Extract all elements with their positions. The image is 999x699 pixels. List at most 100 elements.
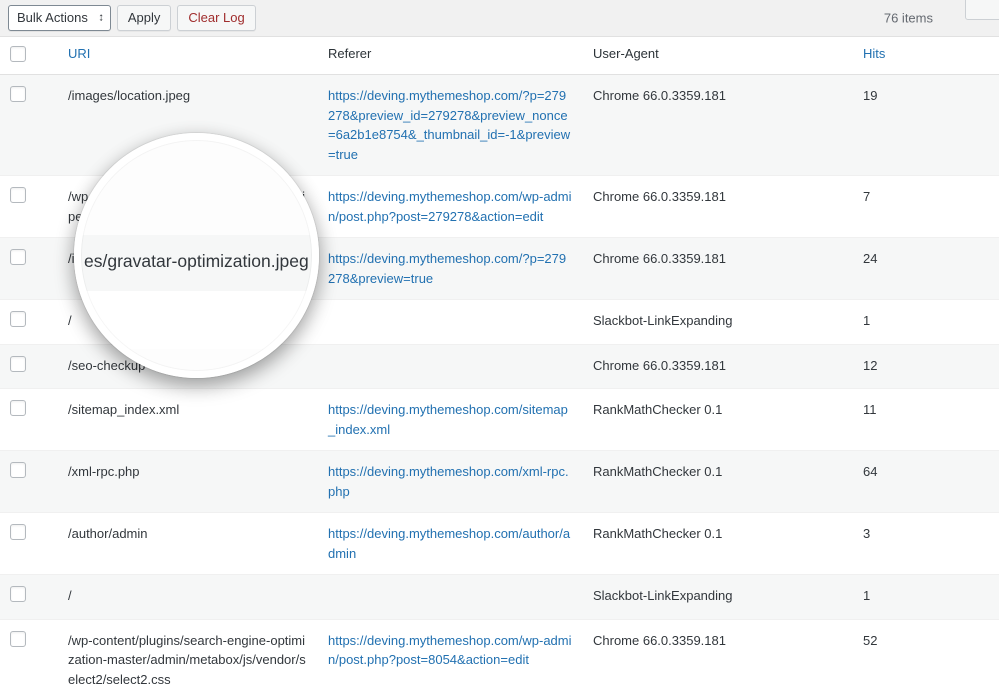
items-count-label: 76 items [884,11,933,26]
cell-user-agent: Chrome 66.0.3359.181 [583,344,853,389]
cell-uri: /wp-content/plugins/search-engine-optimi… [58,619,318,699]
cell-hits: 19 [853,75,999,176]
hits-value: 1 [863,588,870,603]
referer-link[interactable]: https://deving.mythemeshop.com/sitemap_i… [328,402,568,437]
magnified-text: es/gravatar-optimization.jpeg [84,251,313,272]
row-checkbox[interactable] [10,462,26,478]
cell-uri: /author/admin [58,513,318,575]
cell-hits: 64 [853,451,999,513]
magnifier-row-band [80,291,313,349]
cell-referer: https://deving.mythemeshop.com/xml-rpc.p… [318,451,583,513]
cell-hits: 52 [853,619,999,699]
cell-checkbox [0,389,58,451]
referer-link[interactable]: https://deving.mythemeshop.com/author/ad… [328,526,570,561]
table-header-row: URI Referer User-Agent Hits Access Time [0,37,999,75]
user-agent-text: RankMathChecker 0.1 [593,402,722,417]
cell-checkbox [0,176,58,238]
cell-hits: 12 [853,344,999,389]
magnifier-loupe: es/gravatar-optimization.jpeg [74,133,319,378]
pagination-button-stub[interactable] [965,0,999,20]
cell-checkbox [0,238,58,300]
row-checkbox[interactable] [10,524,26,540]
hits-value: 24 [863,251,877,266]
cell-uri: /sitemap_index.xml [58,389,318,451]
hits-value: 64 [863,464,877,479]
cell-checkbox [0,619,58,699]
cell-user-agent: RankMathChecker 0.1 [583,389,853,451]
hits-value: 11 [863,402,877,417]
uri-text: /images/location.jpeg [68,88,190,103]
referer-link[interactable]: https://deving.mythemeshop.com/wp-admin/… [328,189,572,224]
row-checkbox[interactable] [10,311,26,327]
cell-checkbox [0,451,58,513]
table-head: URI Referer User-Agent Hits Access Time [0,37,999,75]
cell-checkbox [0,513,58,575]
cell-hits: 7 [853,176,999,238]
cell-user-agent: Chrome 66.0.3359.181 [583,238,853,300]
cell-hits: 1 [853,300,999,345]
referer-link[interactable]: https://deving.mythemeshop.com/xml-rpc.p… [328,464,569,499]
apply-button[interactable]: Apply [117,5,172,31]
hits-value: 19 [863,88,877,103]
row-checkbox[interactable] [10,86,26,102]
row-checkbox[interactable] [10,631,26,647]
row-checkbox[interactable] [10,356,26,372]
user-agent-text: Chrome 66.0.3359.181 [593,88,726,103]
cell-referer: https://deving.mythemeshop.com/sitemap_i… [318,389,583,451]
header-cell-user-agent: User-Agent [583,37,853,75]
cell-hits: 3 [853,513,999,575]
cell-referer: https://deving.mythemeshop.com/?p=279278… [318,75,583,176]
row-checkbox[interactable] [10,187,26,203]
row-checkbox[interactable] [10,249,26,265]
clear-log-button[interactable]: Clear Log [177,5,255,31]
row-checkbox[interactable] [10,400,26,416]
referer-link[interactable]: https://deving.mythemeshop.com/?p=279278… [328,88,570,162]
user-agent-text: Chrome 66.0.3359.181 [593,633,726,648]
table-row[interactable]: /Slackbot-LinkExpanding12018-05-2 [0,575,999,620]
referer-link[interactable]: https://deving.mythemeshop.com/?p=279278… [328,251,566,286]
sort-link-hits[interactable]: Hits [863,46,885,61]
header-cell-hits[interactable]: Hits [853,37,999,75]
sort-link-uri[interactable]: URI [68,46,90,61]
uri-text: / [68,588,72,603]
cell-user-agent: Chrome 66.0.3359.181 [583,75,853,176]
cell-referer: https://deving.mythemeshop.com/wp-admin/… [318,176,583,238]
cell-referer: https://deving.mythemeshop.com/?p=279278… [318,238,583,300]
bulk-actions-select[interactable]: Bulk Actions ↕ [8,5,111,31]
user-agent-text: RankMathChecker 0.1 [593,526,722,541]
user-agent-text: RankMathChecker 0.1 [593,464,722,479]
cell-user-agent: RankMathChecker 0.1 [583,513,853,575]
cell-user-agent: Slackbot-LinkExpanding [583,575,853,620]
cell-referer [318,344,583,389]
cell-referer: https://deving.mythemeshop.com/wp-admin/… [318,619,583,699]
cell-checkbox [0,75,58,176]
cell-hits: 1 [853,575,999,620]
cell-user-agent: Chrome 66.0.3359.181 [583,619,853,699]
table-row[interactable]: /sitemap_index.xml https://deving.mytheme… [0,389,999,451]
cell-uri: / [58,575,318,620]
user-agent-text: Slackbot-LinkExpanding [593,313,732,328]
cell-hits: 24 [853,238,999,300]
referer-link[interactable]: https://deving.mythemeshop.com/wp-admin/… [328,633,572,668]
hits-value: 3 [863,526,870,541]
hits-value: 7 [863,189,870,204]
user-agent-text: Slackbot-LinkExpanding [593,588,732,603]
user-agent-text: Chrome 66.0.3359.181 [593,358,726,373]
table-row[interactable]: /wp-content/plugins/search-engine-optimi… [0,619,999,699]
uri-text: /xml-rpc.php [68,464,140,479]
uri-text: / [68,313,72,328]
cell-referer [318,575,583,620]
cell-user-agent: Chrome 66.0.3359.181 [583,176,853,238]
row-checkbox[interactable] [10,586,26,602]
select-all-checkbox[interactable] [10,46,26,62]
header-cell-referer: Referer [318,37,583,75]
table-row[interactable]: /author/admin https://deving.mythemeshop.… [0,513,999,575]
table-nav-top: Bulk Actions ↕ Apply Clear Log 76 items [0,0,999,36]
table-row[interactable]: /xml-rpc.php https://deving.mythemeshop.c… [0,451,999,513]
uri-text: /author/admin [68,526,148,541]
cell-referer: https://deving.mythemeshop.com/author/ad… [318,513,583,575]
header-cell-uri[interactable]: URI [58,37,318,75]
header-label-referer: Referer [328,46,371,61]
header-label-user-agent: User-Agent [593,46,659,61]
cell-uri: /xml-rpc.php [58,451,318,513]
